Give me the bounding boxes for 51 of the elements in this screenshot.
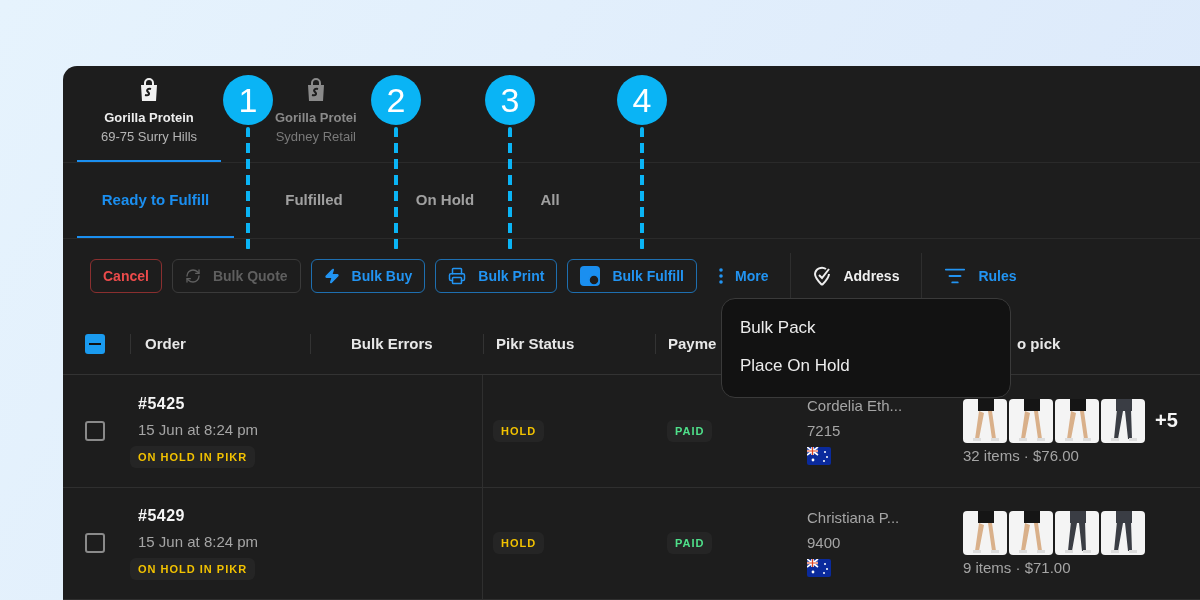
toolbar-button[interactable]: Address — [801, 259, 912, 294]
lightning-icon — [323, 268, 340, 285]
payment-tag: PAID — [667, 420, 713, 443]
status-tab[interactable]: All — [520, 163, 580, 238]
row-checkbox[interactable] — [85, 421, 105, 442]
status-tag: HOLD — [493, 420, 545, 443]
postcode: 7215 — [807, 422, 841, 440]
store-name: Gorilla Protei — [275, 110, 357, 125]
items-summary: 32 items · $76.00 — [963, 446, 1079, 464]
more-icon — [718, 268, 723, 285]
postcode: 9400 — [807, 534, 841, 552]
column-header: Order — [130, 333, 310, 354]
toolbar-button[interactable]: More — [706, 259, 781, 294]
cancel-button[interactable]: Cancel — [90, 259, 162, 294]
hold-tag: ON HOLD IN PIKR — [130, 445, 256, 468]
store-name: Gorilla Protein — [104, 110, 194, 125]
order-number[interactable]: #5429 — [138, 506, 185, 525]
payment-tag: PAID — [667, 532, 713, 555]
shopping-bag-icon — [139, 78, 159, 102]
order-date: 15 Jun at 8:24 pm — [138, 420, 259, 438]
box-icon — [580, 266, 601, 287]
shopping-bag-icon — [305, 78, 326, 102]
more-count: +5 — [1155, 409, 1178, 433]
printer-icon — [448, 267, 467, 286]
select-all-checkbox[interactable] — [85, 333, 105, 354]
flag-icon — [807, 559, 831, 578]
customer-name: Christiana P... — [807, 509, 900, 527]
refresh-icon — [184, 268, 201, 285]
hold-tag: ON HOLD IN PIKR — [130, 557, 256, 580]
items-summary: 9 items · $71.00 — [963, 558, 1071, 576]
toolbar-button[interactable]: Bulk Print — [435, 259, 558, 294]
order-date: 15 Jun at 8:24 pm — [138, 532, 259, 550]
status-tab[interactable]: On Hold — [400, 163, 490, 238]
status-tab[interactable]: Ready to Fulfill — [77, 163, 234, 238]
order-number[interactable]: #5425 — [138, 394, 185, 413]
customer-name: Cordelia Eth... — [807, 397, 903, 415]
row-checkbox[interactable] — [85, 533, 105, 554]
status-tag: HOLD — [493, 532, 545, 555]
column-header: Pikr Status — [483, 333, 655, 354]
toolbar-button[interactable]: Bulk Buy — [310, 259, 426, 294]
store-location: 69-75 Surry Hills — [100, 129, 198, 144]
status-tab[interactable]: Fulfilled — [258, 163, 370, 238]
store-tab[interactable]: Gorilla Protei Sydney Retail — [275, 66, 357, 162]
flag-icon — [807, 447, 831, 466]
store-tab[interactable]: Gorilla Protein 69-75 Surry Hills — [77, 66, 221, 162]
column-header: Bulk Errors — [310, 333, 483, 354]
location-check-icon — [813, 266, 832, 287]
store-location: Sydney Retail — [275, 129, 356, 144]
toolbar-button[interactable]: Rules — [932, 259, 1029, 294]
toolbar-button[interactable]: Bulk Fulfill — [567, 259, 697, 294]
column-header: o pick — [1016, 333, 1062, 354]
